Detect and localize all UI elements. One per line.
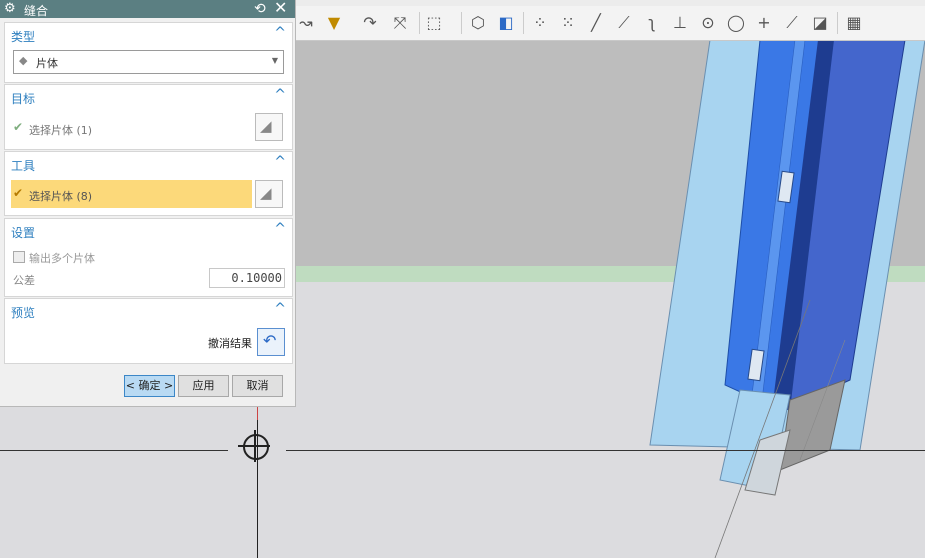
target-select-label: 选择片体 (1)	[29, 124, 93, 137]
check-icon: ✔	[13, 186, 24, 200]
toolbar-separator	[461, 12, 462, 34]
point-on-curve-icon[interactable]: ⟋	[783, 14, 801, 32]
chevron-up-icon[interactable]: ^	[274, 154, 286, 170]
preview-section-header[interactable]: 预览	[11, 304, 35, 321]
tool-select-label: 选择片体 (8)	[29, 190, 93, 203]
tolerance-label: 公差	[13, 274, 35, 287]
tangent-line-icon[interactable]: ⟋	[615, 14, 633, 32]
rectangle-select-icon[interactable]: ⬚	[425, 14, 443, 32]
selection-cursor-icon	[243, 434, 269, 460]
circle-quadrant-icon[interactable]: ◯	[727, 14, 745, 32]
chevron-up-icon[interactable]: ^	[274, 87, 286, 103]
target-pick-button[interactable]: ◢	[255, 113, 283, 141]
face-icon[interactable]: ◪	[811, 14, 829, 32]
tool-section: 工具 ^ ✔ 选择片体 (8) ◢	[4, 151, 293, 216]
reset-icon[interactable]: ⟲	[254, 0, 266, 18]
grid-points-icon[interactable]: ⁙	[559, 14, 577, 32]
chevron-up-icon[interactable]: ^	[274, 301, 286, 317]
toolbar-top-strip	[295, 0, 925, 6]
output-multiple-label: 输出多个片体	[29, 252, 95, 265]
dialog-title-bar: ⚙ 缝合 ⟲ ✕	[0, 0, 295, 18]
points-icon[interactable]: ⁘	[531, 14, 549, 32]
type-section: 类型 ^ ◆ 片体 ▼	[4, 22, 293, 83]
tolerance-input[interactable]: 0.10000	[209, 268, 285, 288]
output-multiple-checkbox[interactable]	[13, 251, 25, 263]
intersection-icon[interactable]: +	[755, 14, 773, 32]
gear-icon[interactable]: ⚙	[4, 0, 16, 18]
sheet-body-icon: ◢	[260, 184, 272, 202]
circle-center-icon[interactable]: ⊙	[699, 14, 717, 32]
toolbar-separator	[523, 12, 524, 34]
rotate-icon[interactable]: ↷	[361, 14, 379, 32]
check-icon: ✔	[13, 120, 24, 134]
move-icon[interactable]: ⤧	[391, 14, 409, 32]
tool-select-row[interactable]: ✔ 选择片体 (8)	[11, 180, 252, 208]
sew-dialog: ⚙ 缝合 ⟲ ✕ 类型 ^ ◆ 片体 ▼ 目标 ^ ✔ 选择片体 (1) ◢ 工…	[0, 0, 296, 407]
snap-icon[interactable]: ↝	[297, 14, 315, 32]
wcs-axis-vertical	[257, 406, 258, 558]
perpendicular-icon[interactable]: ⊥	[671, 14, 689, 32]
line-icon[interactable]: ╱	[587, 14, 605, 32]
box-icon[interactable]: ⬡	[469, 14, 487, 32]
cancel-button[interactable]: 取消	[232, 375, 283, 397]
toolbar-separator	[837, 12, 838, 34]
grid-icon[interactable]: ▦	[845, 14, 863, 32]
type-select-value: 片体	[36, 57, 58, 70]
target-section: 目标 ^ ✔ 选择片体 (1) ◢	[4, 84, 293, 150]
chevron-up-icon[interactable]: ^	[274, 25, 286, 41]
settings-section: 设置 ^ 输出多个片体 公差 0.10000	[4, 218, 293, 297]
cube-icon[interactable]: ◧	[497, 14, 515, 32]
apply-button[interactable]: 应用	[178, 375, 229, 397]
settings-section-header[interactable]: 设置	[11, 224, 35, 241]
sheet-body-icon: ◆	[19, 54, 28, 67]
wcs-axis-horizontal-left	[0, 450, 228, 451]
target-select-row[interactable]: ✔ 选择片体 (1)	[11, 114, 252, 142]
selection-toolbar: ↝ ▼ ↷ ⤧ ⬚ ⬡ ◧ ⁘ ⁙ ╱ ⟋ ʅ ⊥ ⊙ ◯ + ⟋ ◪ ▦	[295, 0, 925, 41]
wcs-axis-horizontal-right	[286, 450, 925, 451]
preview-section: 预览 ^ 撤消结果 ↶	[4, 298, 293, 364]
type-section-header[interactable]: 类型	[11, 28, 35, 45]
wcs-axis-red-tick	[257, 406, 258, 420]
target-section-header[interactable]: 目标	[11, 90, 35, 107]
curve-icon[interactable]: ʅ	[643, 14, 661, 32]
tool-pick-button[interactable]: ◢	[255, 180, 283, 208]
undo-result-button[interactable]: ↶	[257, 328, 285, 356]
dialog-title: 缝合	[24, 4, 49, 18]
sheet-body-icon: ◢	[260, 117, 272, 135]
tool-section-header[interactable]: 工具	[11, 157, 35, 174]
undo-icon: ↶	[263, 331, 277, 350]
filter-dropdown-icon[interactable]: ▼	[325, 14, 343, 32]
undo-result-label: 撤消结果	[208, 337, 252, 350]
chevron-down-icon: ▼	[271, 56, 278, 65]
toolbar-separator	[419, 12, 420, 34]
close-icon[interactable]: ✕	[274, 0, 287, 17]
type-select[interactable]: ◆ 片体 ▼	[13, 50, 284, 74]
cursor-crosshair-horizontal	[238, 445, 270, 447]
ok-button[interactable]: < 确定 >	[124, 375, 175, 397]
chevron-up-icon[interactable]: ^	[274, 221, 286, 237]
